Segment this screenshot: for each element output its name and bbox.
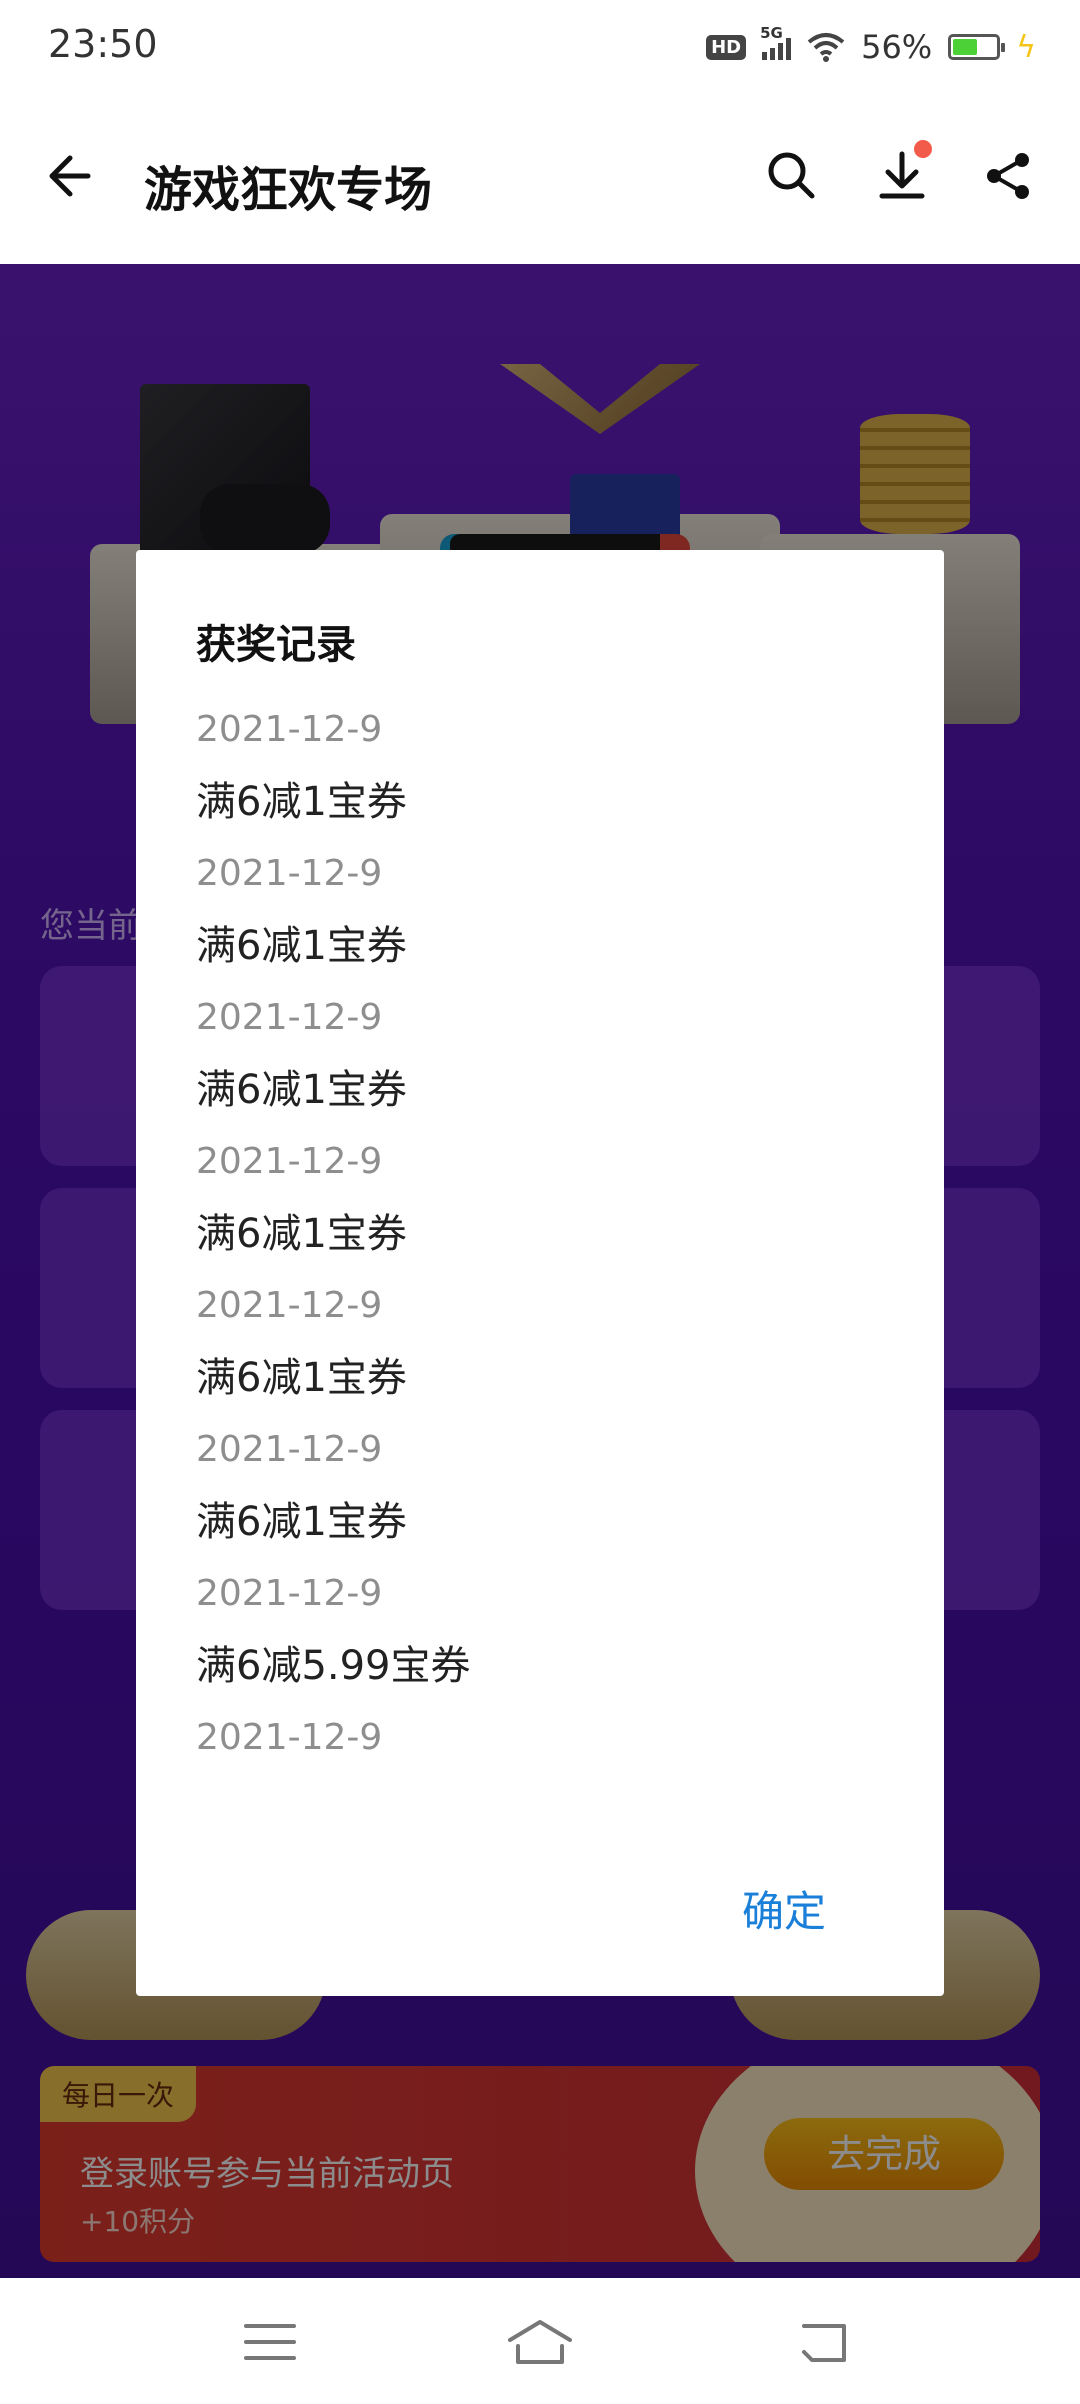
- record-prize: 满6减1宝券: [196, 1067, 407, 1113]
- prize-record-list: 2021-12-9 满6减1宝券 2021-12-9 满6减1宝券 2021-1…: [196, 706, 896, 1762]
- signal-icon: 5G: [760, 24, 792, 60]
- record-prize: 满6减1宝券: [196, 779, 407, 825]
- record-date: 2021-12-9: [196, 853, 383, 894]
- battery-percent: 56%: [861, 28, 933, 66]
- charging-icon: ϟ: [1016, 29, 1036, 65]
- network-type: 5G: [760, 24, 783, 42]
- record-date: 2021-12-9: [196, 709, 383, 750]
- app-header: 游戏狂欢专场: [0, 100, 1080, 264]
- status-icons: HD 5G 56% ϟ: [706, 24, 1036, 66]
- back-arrow-icon[interactable]: [42, 146, 102, 206]
- share-icon[interactable]: [978, 146, 1038, 206]
- record-prize: 满6减5.99宝券: [196, 1643, 471, 1689]
- prize-record-dialog: 获奖记录 2021-12-9 满6减1宝券 2021-12-9 满6减1宝券 2…: [136, 550, 944, 1996]
- confirm-button[interactable]: 确定: [742, 1878, 826, 1939]
- status-time: 23:50: [48, 22, 158, 66]
- record-date: 2021-12-9: [196, 1285, 383, 1326]
- record-date: 2021-12-9: [196, 1717, 383, 1758]
- record-prize: 满6减1宝券: [196, 1499, 407, 1545]
- notification-dot: [914, 140, 932, 158]
- record-date: 2021-12-9: [196, 997, 383, 1038]
- back-icon[interactable]: [794, 2316, 854, 2368]
- hd-icon: HD: [706, 34, 747, 60]
- record-date: 2021-12-9: [196, 1573, 383, 1614]
- record-prize: 满6减1宝券: [196, 1355, 407, 1401]
- battery-icon: [948, 34, 1006, 60]
- dialog-title: 获奖记录: [196, 622, 356, 668]
- record-prize: 满6减1宝券: [196, 923, 407, 969]
- status-bar: 23:50 HD 5G 56% ϟ: [0, 0, 1080, 100]
- home-icon[interactable]: [504, 2316, 576, 2368]
- record-prize: 满6减1宝券: [196, 1211, 407, 1257]
- record-date: 2021-12-9: [196, 1141, 383, 1182]
- record-date: 2021-12-9: [196, 1429, 383, 1470]
- search-icon[interactable]: [762, 146, 822, 206]
- system-nav-bar: [0, 2278, 1080, 2404]
- download-button[interactable]: [872, 140, 932, 206]
- page-title: 游戏狂欢专场: [144, 162, 433, 218]
- menu-icon[interactable]: [240, 2316, 300, 2368]
- wifi-icon: [807, 33, 845, 62]
